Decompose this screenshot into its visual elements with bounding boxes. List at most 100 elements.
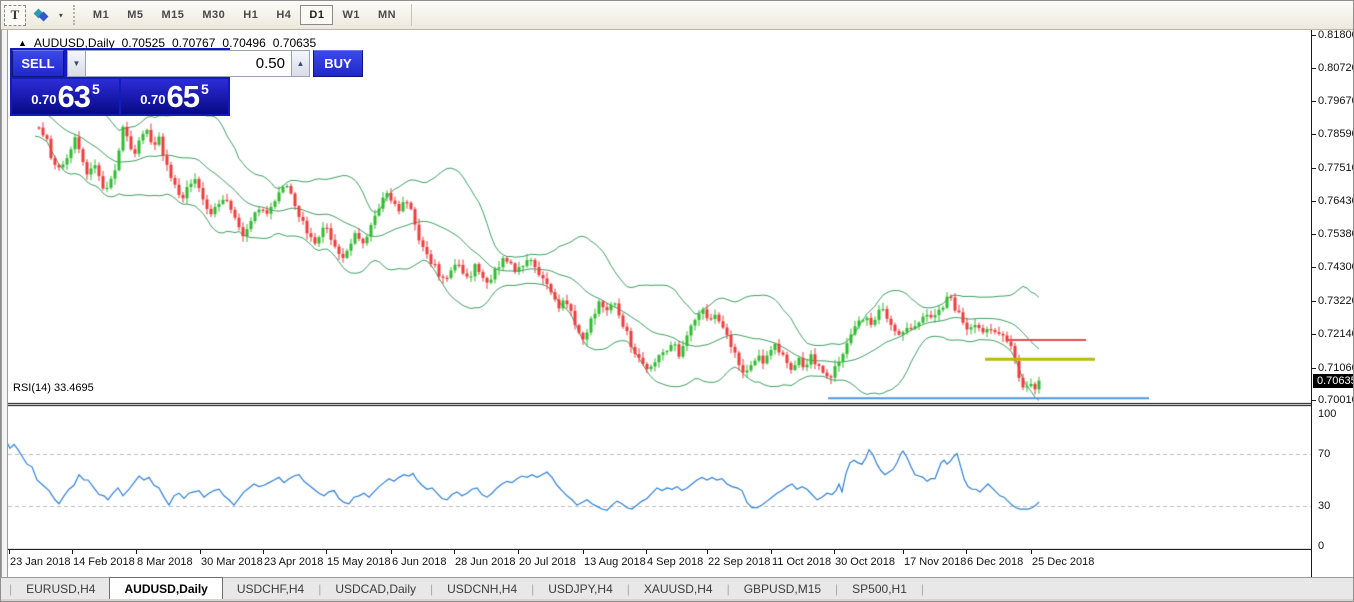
buy-price-display[interactable]: 0.70655 — [121, 79, 228, 114]
timeframe-button-H1[interactable]: H1 — [234, 5, 267, 25]
date-tick-label: 8 Mar 2018 — [137, 556, 193, 568]
price-tick-label: 0.80720 — [1318, 62, 1354, 74]
rsi-axis-label: 70 — [1318, 448, 1330, 460]
timeframe-button-M30[interactable]: M30 — [193, 5, 234, 25]
price-axis[interactable]: 0.81800 0.80720 0.79670 0.78590 0.77510 0.764… — [1311, 30, 1354, 577]
date-axis[interactable]: 23 Jan 201814 Feb 20188 Mar 2018 30 Mar 2… — [8, 550, 1311, 577]
chart-tab-EURUSD-H4[interactable]: EURUSD,H4 — [12, 578, 109, 599]
date-tick-mark — [518, 550, 519, 554]
trading-terminal-window: T ▼ M1M5M15M30H1H4D1W1MN ▲ AUDUSD,Daily … — [0, 0, 1354, 602]
date-tick-label: 6 Jun 2018 — [392, 556, 446, 568]
lot-increase-button[interactable]: ▲ — [291, 50, 310, 77]
date-tick-mark — [263, 550, 264, 554]
rsi-axis-label: 30 — [1318, 500, 1330, 512]
indicators-icon[interactable] — [30, 5, 52, 26]
date-tick-mark — [583, 550, 584, 554]
lot-decrease-button[interactable]: ▼ — [67, 50, 86, 77]
date-tick-label: 13 Aug 2018 — [584, 556, 646, 568]
ohlc-close: 0.70635 — [273, 36, 316, 50]
date-tick-label: 4 Sep 2018 — [647, 556, 703, 568]
date-tick-mark — [646, 550, 647, 554]
timeframe-button-D1[interactable]: D1 — [300, 5, 333, 25]
price-tick-label: 0.76430 — [1318, 195, 1354, 207]
chart-region: ▲ AUDUSD,Daily 0.70525 0.70767 0.70496 0… — [8, 30, 1311, 550]
lot-size-stepper: ▼ ▲ — [67, 50, 310, 77]
price-tick-mark — [1312, 168, 1316, 169]
chart-tab-GBPUSD-M15[interactable]: GBPUSD,M15 — [730, 578, 835, 599]
rsi-axis-label: 0 — [1318, 540, 1324, 552]
chevron-down-icon[interactable]: ▼ — [58, 11, 64, 18]
price-tick-mark — [1312, 68, 1316, 69]
date-tick-label: 6 Dec 2018 — [967, 556, 1023, 568]
date-tick-label: 23 Apr 2018 — [264, 556, 323, 568]
price-tick-mark — [1312, 35, 1316, 36]
timeframe-button-M1[interactable]: M1 — [84, 5, 118, 25]
left-window-splitter[interactable] — [1, 30, 8, 599]
price-tick-label: 0.74300 — [1318, 261, 1354, 273]
chart-tab-USDCAD-Daily[interactable]: USDCAD,Daily — [321, 578, 430, 599]
timeframe-button-M5[interactable]: M5 — [118, 5, 152, 25]
sell-button[interactable]: SELL — [12, 50, 64, 77]
price-tick-label: 0.73220 — [1318, 295, 1354, 307]
date-tick-mark — [771, 550, 772, 554]
timeframe-button-H4[interactable]: H4 — [267, 5, 300, 25]
price-tick-label: 0.70010 — [1318, 394, 1354, 406]
chart-tab-USDJPY-H4[interactable]: USDJPY,H4 — [534, 578, 626, 599]
buy-pipette: 5 — [201, 81, 209, 97]
rsi-axis-label: 100 — [1318, 408, 1336, 420]
chart-tab-USDCNH-H4[interactable]: USDCNH,H4 — [433, 578, 531, 599]
date-tick-mark — [966, 550, 967, 554]
collapse-panel-arrow-icon[interactable]: ▲ — [18, 38, 27, 48]
chart-tab-AUDUSD-Daily[interactable]: AUDUSD,Daily — [109, 577, 222, 599]
date-tick-label: 14 Feb 2018 — [73, 556, 135, 568]
sell-price-display[interactable]: 0.70635 — [12, 79, 119, 114]
chart-tab-SP500-H1[interactable]: SP500,H1 — [838, 578, 921, 599]
date-tick-label: 30 Mar 2018 — [201, 556, 263, 568]
lot-size-input[interactable] — [86, 50, 291, 77]
date-tick-mark — [1031, 550, 1032, 554]
price-tick-label: 0.78590 — [1318, 128, 1354, 140]
date-tick-mark — [326, 550, 327, 554]
chart-tab-XAUUSD-H4[interactable]: XAUUSD,H4 — [630, 578, 727, 599]
date-tick-mark — [391, 550, 392, 554]
date-tick-mark — [903, 550, 904, 554]
one-click-trade-panel: SELL ▼ ▲ BUY 0.70635 0.70655 — [10, 48, 230, 116]
buy-pips: 65 — [167, 83, 199, 111]
price-tick-label: 0.75380 — [1318, 228, 1354, 240]
date-tick-mark — [200, 550, 201, 554]
buy-button[interactable]: BUY — [313, 50, 363, 77]
date-tick-label: 25 Dec 2018 — [1032, 556, 1094, 568]
price-tick-mark — [1312, 334, 1316, 335]
tab-separator: | — [921, 578, 924, 599]
date-tick-mark — [454, 550, 455, 554]
date-tick-label: 20 Jul 2018 — [519, 556, 576, 568]
chart-tab-USDCHF-H4[interactable]: USDCHF,H4 — [223, 578, 318, 599]
date-tick-label: 17 Nov 2018 — [904, 556, 966, 568]
toolbar-separator — [411, 4, 412, 26]
date-tick-label: 23 Jan 2018 — [10, 556, 71, 568]
price-tick-mark — [1312, 267, 1316, 268]
timeframe-button-MN[interactable]: MN — [369, 5, 405, 25]
price-tick-mark — [1312, 101, 1316, 102]
date-tick-mark — [136, 550, 137, 554]
toolbar: T ▼ M1M5M15M30H1H4D1W1MN — [1, 1, 1353, 30]
timeframe-button-W1[interactable]: W1 — [333, 5, 369, 25]
date-tick-label: 22 Sep 2018 — [708, 556, 770, 568]
date-tick-label: 11 Oct 2018 — [772, 556, 831, 568]
date-tick-mark — [72, 550, 73, 554]
price-tick-label: 0.77510 — [1318, 162, 1354, 174]
price-tick-label: 0.72140 — [1318, 328, 1354, 340]
text-tool-button[interactable]: T — [4, 5, 26, 26]
timeframe-button-M15[interactable]: M15 — [152, 5, 193, 25]
price-tick-mark — [1312, 301, 1316, 302]
price-tick-mark — [1312, 234, 1316, 235]
price-tick-label: 0.81800 — [1318, 29, 1354, 41]
price-tick-mark — [1312, 368, 1316, 369]
toolbar-grip[interactable] — [73, 5, 78, 25]
timeframe-buttons: M1M5M15M30H1H4D1W1MN — [84, 5, 405, 25]
rsi-indicator-label: RSI(14) 33.4695 — [13, 382, 94, 394]
price-tick-mark — [1312, 134, 1316, 135]
price-tick-label: 0.79670 — [1318, 95, 1354, 107]
sell-big-figure: 0.70 — [31, 92, 56, 107]
rsi-value: 33.4695 — [54, 382, 94, 394]
